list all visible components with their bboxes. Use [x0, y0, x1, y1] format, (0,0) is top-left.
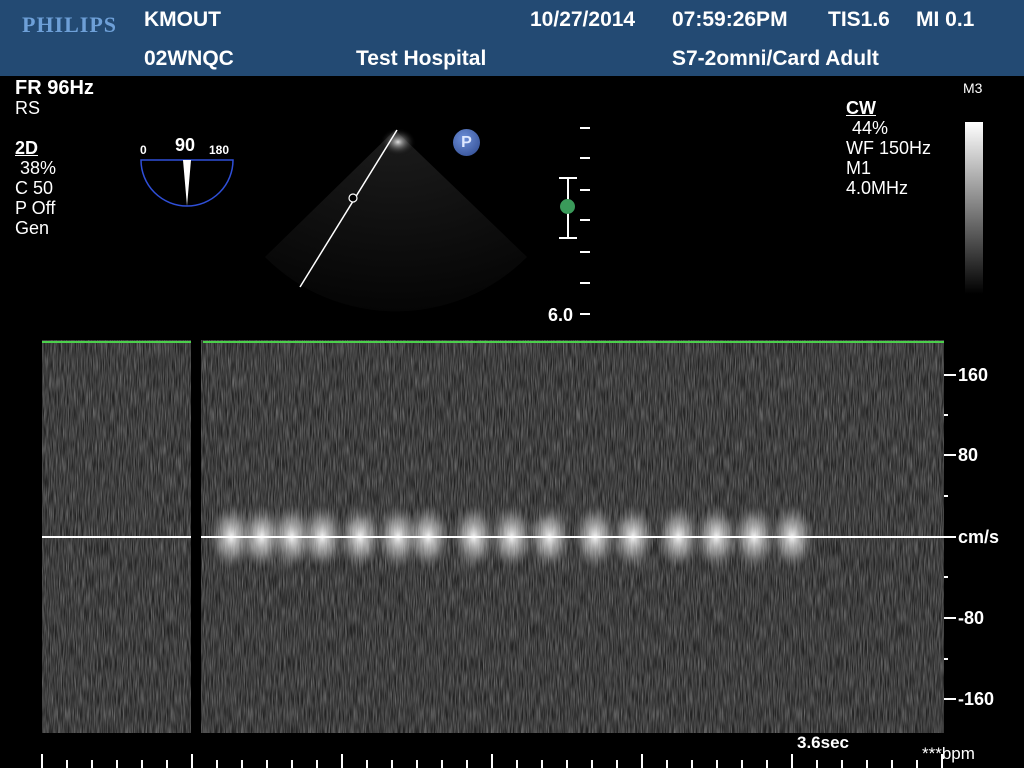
- angle-min-label: 0: [140, 143, 147, 157]
- sample-gate-marker[interactable]: [560, 199, 575, 214]
- compression-value: C 50: [15, 178, 54, 198]
- mi-value: MI 0.1: [916, 8, 975, 31]
- p-badge: P: [453, 129, 480, 156]
- brand-logo: PHILIPS: [22, 12, 118, 37]
- depth-scale: [559, 127, 590, 315]
- cw-frequency: 4.0MHz: [846, 178, 909, 198]
- angle-max-label: 180: [209, 143, 230, 157]
- map-label: M3: [963, 80, 983, 96]
- exam-id: 02WNQC: [144, 47, 234, 70]
- grayscale-bar: [965, 122, 983, 294]
- frame-rate: FR 96Hz: [15, 77, 94, 99]
- velocity-label-neg80: -80: [958, 608, 985, 628]
- heart-rate: ***bpm: [922, 744, 975, 763]
- 2d-gain: 38%: [20, 158, 57, 178]
- time-axis: [41, 754, 943, 768]
- depth-label: 6.0: [548, 305, 574, 325]
- cw-map: M1: [846, 158, 872, 178]
- angle-value: 90: [175, 135, 196, 155]
- velocity-scale-ticks: [944, 374, 956, 700]
- velocity-label-neg160: -160: [958, 689, 995, 709]
- resolution-value: Gen: [15, 218, 50, 238]
- cw-gain: 44%: [852, 118, 889, 138]
- sector-image: [265, 128, 527, 312]
- cw-mode-label: CW: [846, 98, 876, 118]
- hospital-name: Test Hospital: [356, 47, 487, 70]
- exam-time: 07:59:26PM: [672, 8, 788, 31]
- velocity-label-80: 80: [958, 445, 979, 465]
- angle-indicator-icon: [140, 159, 234, 207]
- persistence-value: P Off: [15, 198, 56, 218]
- sweep-erase-bar: [191, 340, 201, 733]
- velocity-label-160: 160: [958, 365, 989, 385]
- sweep-time: 3.6sec: [797, 733, 849, 752]
- probe-preset: S7-2omni/Card Adult: [672, 47, 879, 70]
- tis-value: TIS1.6: [828, 8, 890, 31]
- mode-2d-label: 2D: [15, 138, 39, 158]
- spectrum-svg: [42, 340, 944, 733]
- rs-label: RS: [15, 98, 41, 118]
- header-bar: PHILIPS KMOUT 02WNQC Test Hospital 10/27…: [0, 0, 1024, 76]
- wall-filter: WF 150Hz: [846, 138, 932, 158]
- velocity-unit-label: cm/s: [958, 527, 1000, 547]
- doppler-spectrum: [42, 340, 944, 733]
- patient-id: KMOUT: [144, 8, 221, 31]
- exam-date: 10/27/2014: [530, 8, 636, 31]
